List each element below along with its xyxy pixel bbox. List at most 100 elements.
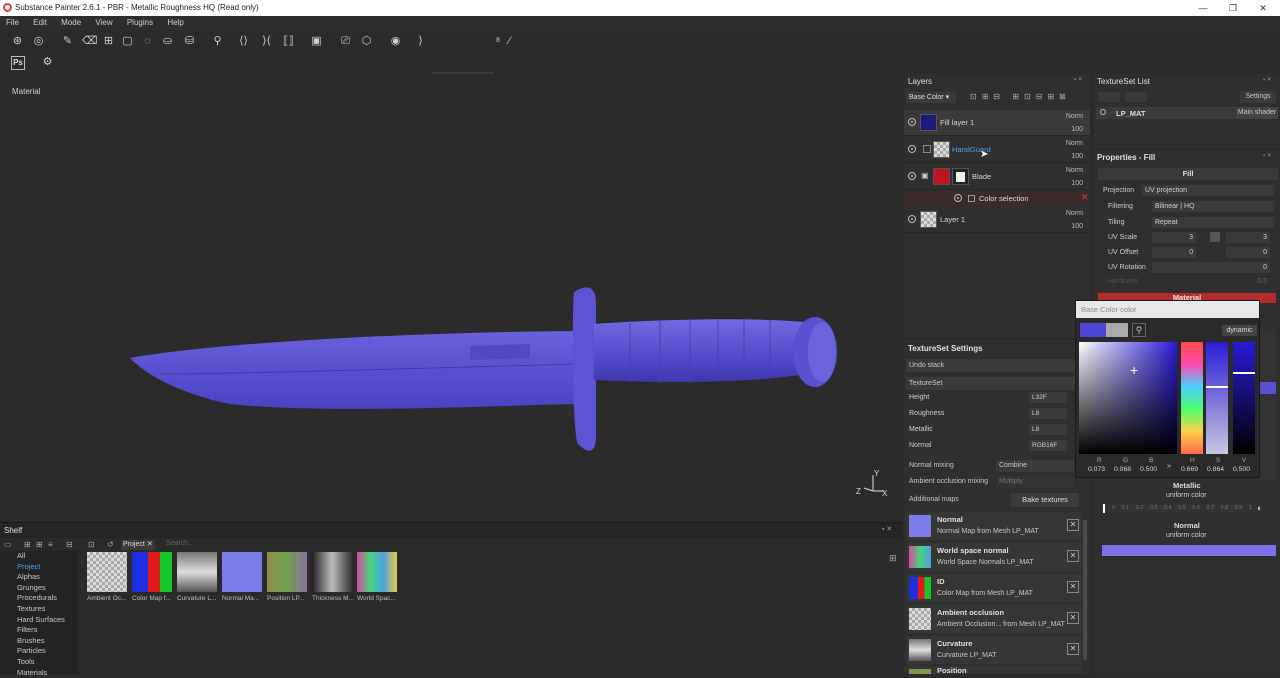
remove-map-icon[interactable]: ✕	[1067, 550, 1079, 562]
paint-brush-icon[interactable]: ✎	[61, 35, 74, 48]
camera-rotate-icon[interactable]: ⊛	[11, 35, 24, 48]
shelf-menu-icon[interactable]: ▪ ✕	[882, 525, 892, 533]
visibility-eye-icon[interactable]	[954, 194, 962, 202]
shelf-search-input[interactable]: Search...	[166, 540, 886, 550]
map-world-space-normal[interactable]: World space normal World Space Normals L…	[907, 543, 1081, 571]
shelf-category-item[interactable]: All	[0, 551, 79, 562]
lazy-mouse-icon[interactable]: ⟩	[414, 35, 427, 48]
filter-tag[interactable]: Project ✕	[121, 540, 155, 550]
thumb-thickness[interactable]	[312, 552, 352, 592]
layer-blade[interactable]: ▣ Blade Norm 100	[904, 164, 1090, 190]
close-button[interactable]: ✕	[1248, 0, 1278, 16]
shelf-category-item[interactable]: Particles	[0, 646, 79, 657]
layer-fill-layer-1[interactable]: Fill layer 1 Norm 100	[904, 110, 1090, 136]
menu-view[interactable]: View	[89, 16, 118, 30]
filtering-select[interactable]: Bilinear | HQ	[1152, 201, 1274, 212]
layer-opacity[interactable]: 100	[1071, 180, 1083, 187]
hardness-field[interactable]: 0.5	[1152, 276, 1270, 287]
tslist-settings-button[interactable]: Settings	[1240, 91, 1276, 103]
menu-file[interactable]: File	[0, 16, 25, 30]
thumb-position[interactable]	[267, 552, 307, 592]
cube-icon[interactable]: ⬡	[360, 35, 373, 48]
mirror-icon[interactable]: ⟩⟨	[260, 35, 273, 48]
tss-scrollbar[interactable]	[1083, 520, 1087, 660]
camera-icon[interactable]: ⎚	[339, 35, 352, 48]
effect-color-selection[interactable]: Color selection ✕	[904, 191, 1090, 206]
layer-blend[interactable]: Norm	[1066, 210, 1083, 217]
shelf-category-item[interactable]: Grunges	[0, 583, 79, 594]
shelf-export-icon[interactable]: ⚙	[41, 56, 54, 69]
ao-mixing-select[interactable]: Multiply	[996, 476, 1074, 488]
map-ambient-occlusion[interactable]: Ambient occlusion Ambient Occlusion... f…	[907, 605, 1081, 633]
remove-effect-icon[interactable]: ✕	[1081, 192, 1089, 203]
g-value-field[interactable]: 0.068	[1114, 466, 1131, 473]
hue-slider[interactable]	[1181, 342, 1203, 454]
layer-blend[interactable]: Norm	[1066, 140, 1083, 147]
all-button[interactable]	[1125, 92, 1147, 102]
shelf-category-item[interactable]: Materials	[0, 668, 79, 678]
previous-color-swatch[interactable]	[1106, 323, 1128, 337]
3d-viewport[interactable]: Material Y Z X	[0, 74, 902, 520]
textureset-section[interactable]: TextureSet	[906, 377, 1076, 390]
textureset-item-lp-mat[interactable]: LP_MAT Main shader	[1096, 107, 1278, 119]
remove-map-icon[interactable]: ✕	[1067, 581, 1079, 593]
eyedropper-icon[interactable]: ⚲	[1132, 323, 1146, 337]
v-value-field[interactable]: 0.500	[1233, 466, 1250, 473]
channel-format-select[interactable]: L8	[1029, 408, 1067, 419]
menu-plugins[interactable]: Plugins	[121, 16, 159, 30]
thumb-world-space[interactable]	[357, 552, 397, 592]
uv-scale-u-field[interactable]: 3	[1152, 232, 1196, 243]
panel-menu-icon[interactable]: ▪ ✕	[1263, 76, 1272, 83]
mirror-xy-icon[interactable]: ⟦⟧	[282, 35, 295, 48]
folder-open-icon[interactable]: ▣	[921, 171, 929, 180]
reset-filter-icon[interactable]: ↺	[107, 540, 117, 550]
shelf-category-item[interactable]: Brushes	[0, 636, 79, 647]
shelf-category-item[interactable]: Tools	[0, 657, 79, 668]
screenshot-icon[interactable]: ◉	[389, 35, 402, 48]
uv-rotation-field[interactable]: 0	[1152, 262, 1270, 273]
panel-menu-icon[interactable]: ▪ ✕	[1263, 152, 1272, 159]
symmetry-icon[interactable]: ⟨⟩	[237, 35, 250, 48]
filter-icon[interactable]: ⊡	[88, 540, 98, 550]
grid-view-icon[interactable]: ⊞	[889, 553, 897, 564]
material-picker-icon[interactable]: ⛁	[183, 35, 196, 48]
s-value-field[interactable]: 0.864	[1207, 466, 1224, 473]
view-icon[interactable]: ◎	[32, 35, 45, 48]
map-normal[interactable]: Normal Normal Map from Mesh LP_MAT ✕	[907, 512, 1081, 540]
channel-format-select[interactable]: L8	[1029, 424, 1067, 435]
display-mode-icon[interactable]: ▣	[310, 35, 323, 48]
remove-map-icon[interactable]: ✕	[1067, 643, 1079, 655]
mask-thumbnail[interactable]	[952, 168, 969, 185]
solo-button[interactable]	[1098, 92, 1120, 102]
remove-filter-icon[interactable]: ✕	[147, 541, 153, 548]
saturation-value-field[interactable]: +	[1079, 342, 1177, 454]
map-id[interactable]: ID Color Map from Mesh LP_MAT ✕	[907, 574, 1081, 602]
panel-menu-icon[interactable]: ▪ ✕	[1074, 76, 1083, 83]
color-picker-icon[interactable]: ⚲	[211, 35, 224, 48]
shader-select[interactable]: Main shader	[1236, 107, 1278, 119]
thumb-curvature[interactable]	[177, 552, 217, 592]
photoshop-export-button[interactable]: Ps	[11, 56, 25, 70]
value-slider[interactable]	[1233, 342, 1255, 454]
shelf-category-item[interactable]: Hard Surfaces	[0, 615, 79, 626]
uv-scale-v-field[interactable]: 3	[1226, 232, 1270, 243]
collapse-icon[interactable]: ⊟	[66, 540, 73, 549]
menu-mode[interactable]: Mode	[55, 16, 87, 30]
new-folder-icon[interactable]: ⊞	[24, 540, 31, 549]
thumb-normal-map[interactable]	[222, 552, 262, 592]
shelf-category-item[interactable]: Alphas	[0, 572, 79, 583]
normal-color-swatch[interactable]	[1102, 545, 1276, 556]
effect-checkbox[interactable]	[968, 195, 975, 202]
color-mode-select[interactable]: dynamic	[1222, 325, 1257, 336]
channel-format-select[interactable]: RGB16F	[1029, 440, 1067, 451]
layer-opacity[interactable]: 100	[1071, 126, 1083, 133]
smudge-icon[interactable]: ◌	[141, 35, 154, 48]
maximize-button[interactable]: ❐	[1218, 0, 1248, 16]
eraser-icon[interactable]: ⌫	[82, 35, 98, 48]
visibility-eye-icon[interactable]	[908, 145, 916, 153]
uv-offset-v-field[interactable]: 0	[1226, 247, 1270, 258]
visibility-eye-icon[interactable]	[908, 118, 916, 126]
layer-opacity[interactable]: 100	[1071, 223, 1083, 230]
knife-model[interactable]: Y Z X	[0, 74, 902, 520]
polygon-fill-icon[interactable]: ▢	[121, 35, 134, 48]
